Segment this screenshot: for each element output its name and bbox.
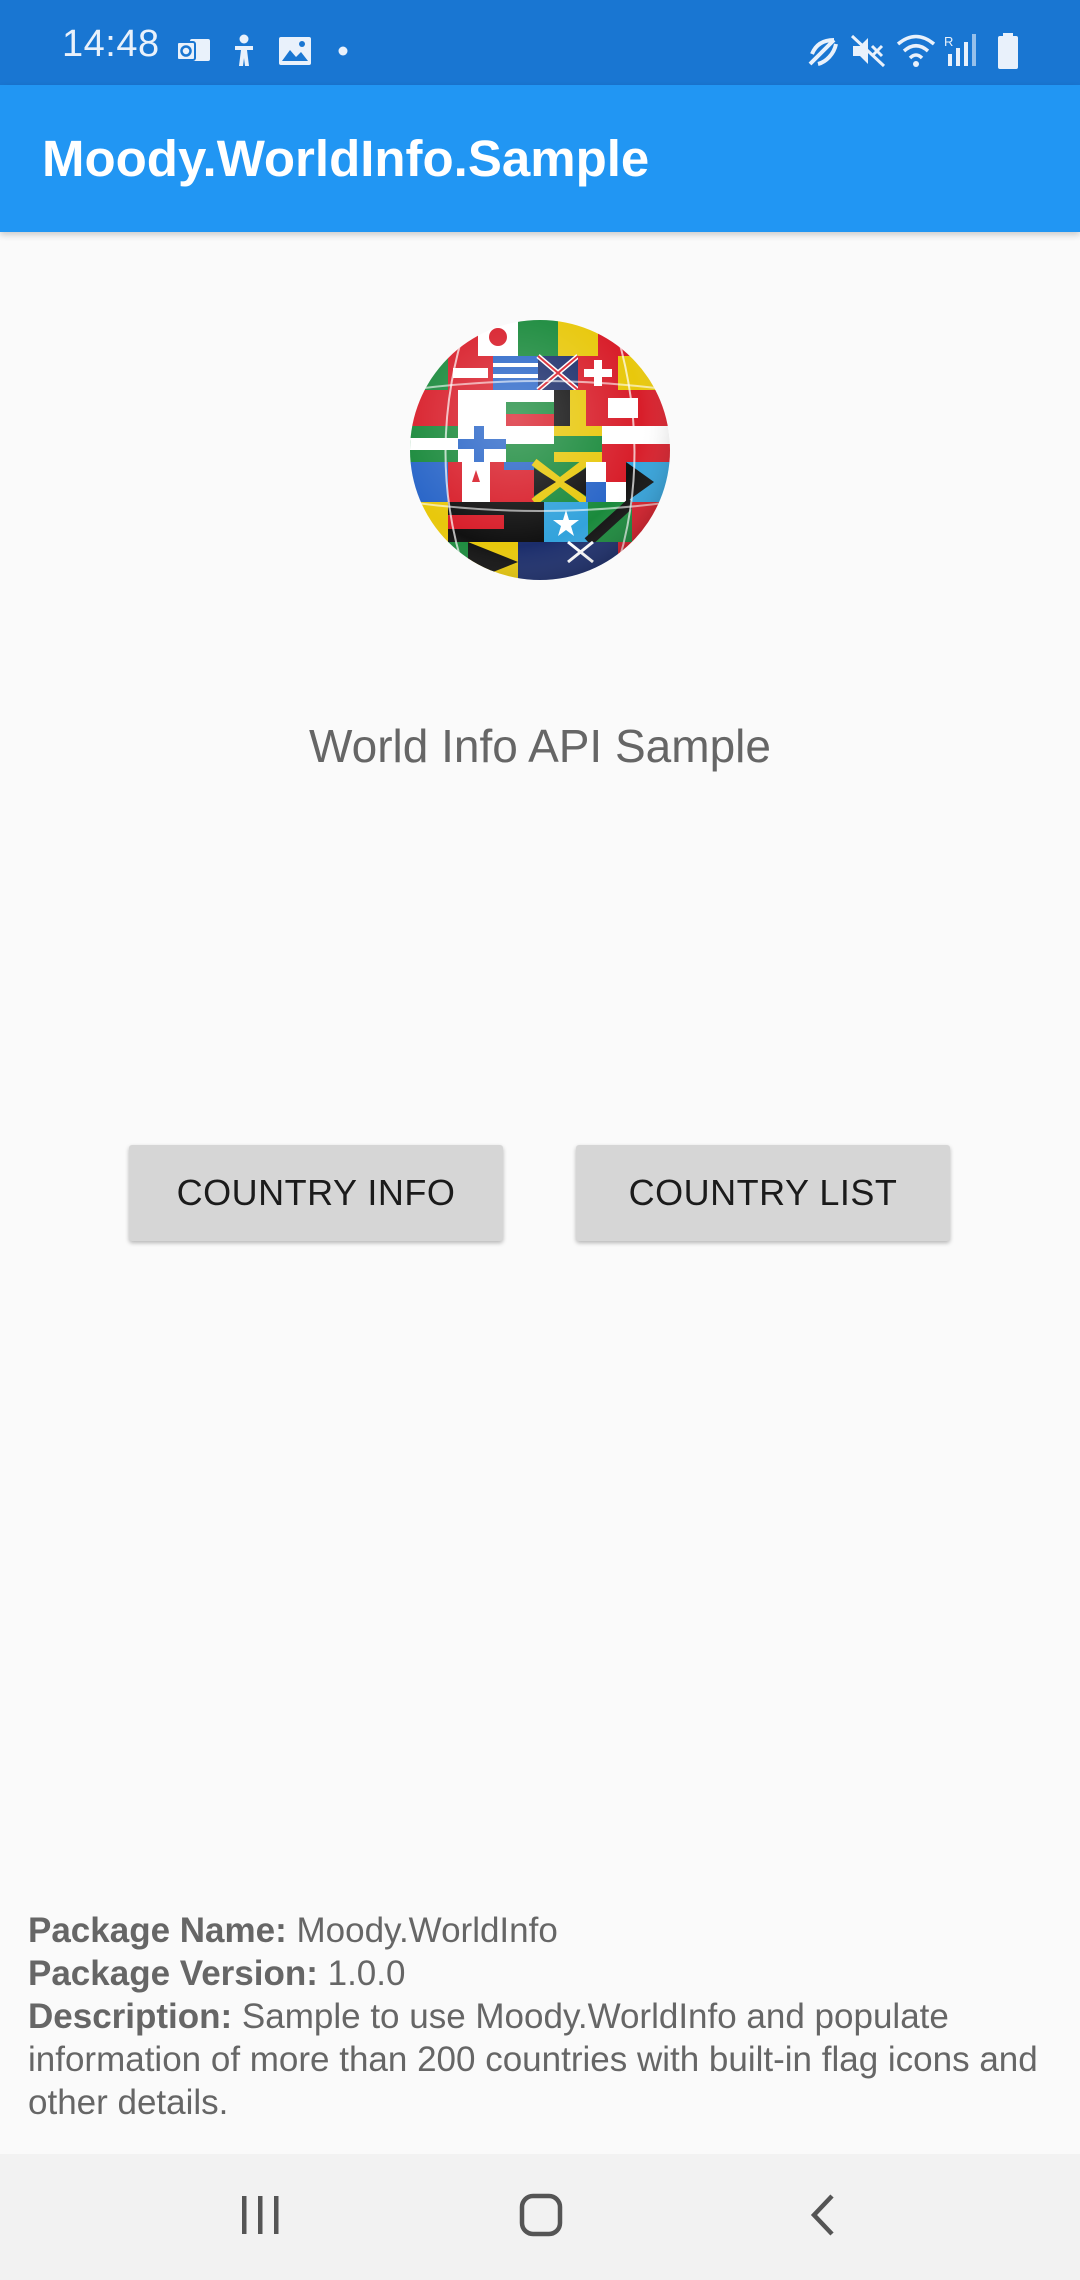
accessibility-icon	[235, 34, 253, 66]
navigation-bar	[0, 2154, 1080, 2280]
package-version-line: Package Version: 1.0.0	[28, 1952, 1058, 1995]
app-subtitle: World Info API Sample	[309, 720, 771, 772]
app-bar: Moody.WorldInfo.Sample	[0, 85, 1080, 232]
wifi-icon	[896, 34, 936, 67]
package-name-value: Moody.WorldInfo	[286, 1911, 558, 1950]
back-icon[interactable]	[804, 2188, 844, 2244]
outlook-icon	[176, 39, 210, 61]
country-list-button[interactable]: COUNTRY LIST	[576, 1145, 950, 1241]
svg-text:R: R	[944, 34, 953, 49]
battery-icon	[998, 33, 1018, 69]
package-info: Package Name: Moody.WorldInfo Package Ve…	[28, 1909, 1058, 2124]
package-name-label: Package Name:	[28, 1911, 287, 1950]
dot-icon	[338, 46, 348, 56]
description-label: Description:	[28, 1997, 233, 2036]
package-version-value: 1.0.0	[317, 1954, 406, 1993]
country-info-button[interactable]: COUNTRY INFO	[129, 1145, 503, 1241]
app-title: Moody.WorldInfo.Sample	[42, 130, 650, 187]
mute-icon	[850, 34, 886, 68]
package-version-label: Package Version:	[28, 1954, 318, 1993]
signal-icon: R	[944, 34, 976, 66]
flag-globe-logo	[410, 320, 670, 580]
status-bar: 14:48 R	[0, 0, 1080, 85]
status-time: 14:48	[62, 23, 160, 65]
recent-apps-icon[interactable]	[238, 2188, 284, 2244]
home-icon[interactable]	[518, 2188, 566, 2244]
description-line: Description: Sample to use Moody.WorldIn…	[28, 1995, 1058, 2124]
image-icon	[279, 37, 311, 65]
package-name-line: Package Name: Moody.WorldInfo	[28, 1909, 1058, 1952]
nfc-icon	[808, 38, 838, 66]
